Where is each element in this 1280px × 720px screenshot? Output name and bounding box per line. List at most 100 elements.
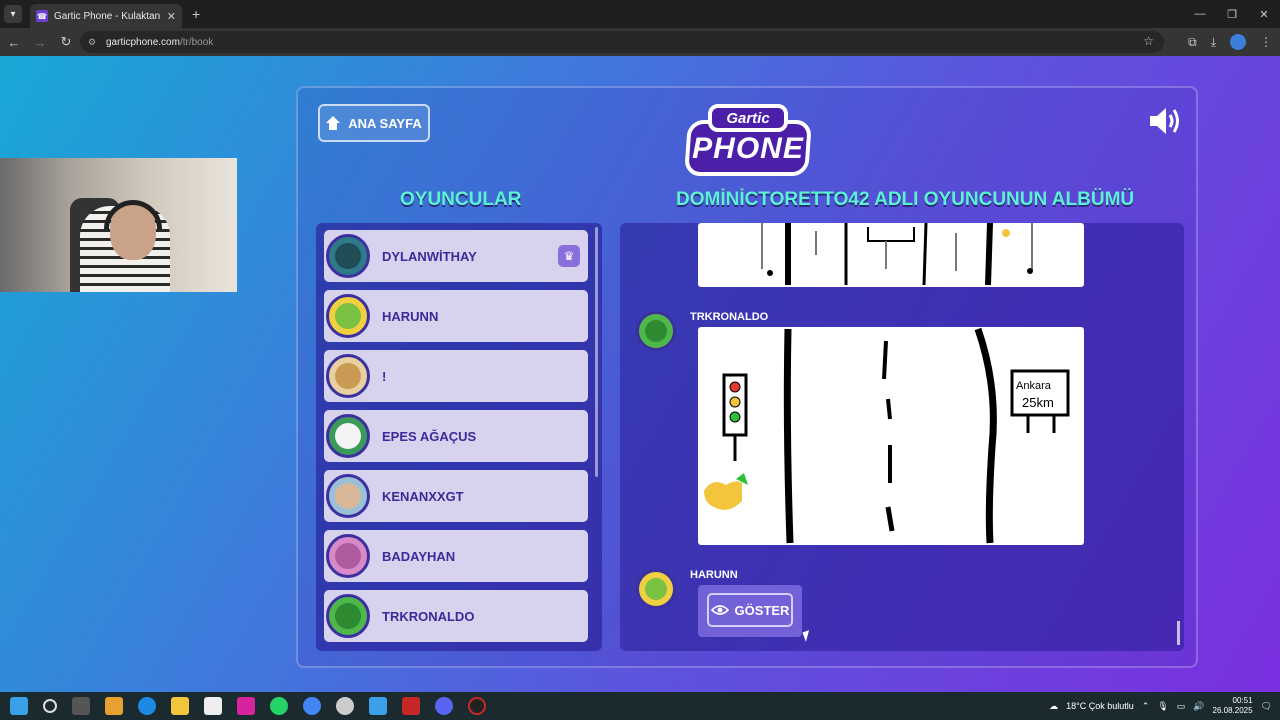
- app-icon[interactable]: [402, 697, 420, 715]
- menu-icon[interactable]: ⋮: [1260, 35, 1272, 49]
- player-name: TRKRONALDO: [382, 608, 475, 624]
- player-name: KENANXXGT: [382, 488, 464, 504]
- speaker-icon[interactable]: [1148, 106, 1182, 136]
- window-controls: — ❐ ✕: [1184, 0, 1280, 28]
- players-list: DYLANWİTHAY ♛ HARUNN ! EPES AĞAÇUS KENAN…: [316, 223, 602, 651]
- album-drawing: Ankara 25km: [698, 327, 1084, 545]
- player-avatar: [326, 294, 370, 338]
- player-avatar: [326, 354, 370, 398]
- logo-top-text: Gartic: [708, 104, 788, 132]
- players-title: OYUNCULAR: [400, 189, 522, 210]
- sign-text-2: 25km: [1022, 395, 1054, 410]
- album-title: DOMİNİCTORETTO42 ADLI OYUNCUNUN ALBÜMÜ: [676, 189, 1135, 210]
- player-card: DYLANWİTHAY ♛: [324, 230, 588, 282]
- task-view-icon[interactable]: [72, 697, 90, 715]
- chevron-up-icon[interactable]: ⌃: [1142, 701, 1150, 712]
- home-icon: [326, 116, 341, 130]
- microphone-icon[interactable]: 🎙: [1157, 701, 1168, 712]
- start-icon[interactable]: [10, 697, 28, 715]
- player-card: !: [324, 350, 588, 402]
- show-button[interactable]: GÖSTER: [707, 593, 793, 627]
- gartic-favicon-icon: ☎: [36, 10, 48, 22]
- player-name: EPES AĞAÇUS: [382, 428, 477, 444]
- notification-icon[interactable]: 🗨: [1261, 701, 1272, 712]
- home-button-label: ANA SAYFA: [348, 115, 422, 131]
- player-card: BADAYHAN: [324, 530, 588, 582]
- reload-icon[interactable]: ↻: [54, 34, 78, 50]
- hidden-entry: GÖSTER: [698, 585, 802, 637]
- clock[interactable]: 00:51 26.08.2025: [1213, 696, 1253, 716]
- profile-avatar-icon[interactable]: [1230, 34, 1246, 50]
- forward-icon[interactable]: →: [28, 35, 52, 50]
- player-card: KENANXXGT: [324, 470, 588, 522]
- url-host: garticphone.com: [106, 36, 180, 48]
- weather-icon: ☁: [1049, 700, 1059, 711]
- player-card: HARUNN: [324, 290, 588, 342]
- tab-title: Gartic Phone - Kulaktan Kulağa: [54, 10, 163, 22]
- sign-text-1: Ankara: [1016, 380, 1052, 392]
- browser-tab-bar: ▾ ☎ Gartic Phone - Kulaktan Kulağa ✕ + —…: [0, 0, 1280, 28]
- chrome-icon[interactable]: [303, 697, 321, 715]
- obs-icon[interactable]: [468, 697, 486, 715]
- download-icon[interactable]: ⤓: [1211, 35, 1216, 50]
- album-scrollbar[interactable]: [1177, 621, 1180, 645]
- bookmark-star-icon[interactable]: ☆: [1143, 34, 1154, 48]
- minimize-icon[interactable]: —: [1184, 0, 1216, 28]
- player-avatar: [326, 414, 370, 458]
- search-icon[interactable]: [43, 699, 57, 713]
- windows-taskbar: ☁ 18°C Çok bulutlu ⌃ 🎙 ▭ 🔊 00:51 26.08.2…: [0, 692, 1280, 720]
- album-feed: TRKRONALDO Ankara 25km HARUNN GÖSTER: [620, 223, 1184, 651]
- players-scrollbar[interactable]: [595, 227, 598, 477]
- player-avatar: [326, 474, 370, 518]
- close-window-icon[interactable]: ✕: [1248, 0, 1280, 28]
- entry-avatar: [636, 311, 676, 351]
- browser-tab[interactable]: ☎ Gartic Phone - Kulaktan Kulağa ✕: [30, 4, 182, 28]
- system-tray: ☁ 18°C Çok bulutlu ⌃ 🎙 ▭ 🔊 00:51 26.08.2…: [1049, 692, 1280, 720]
- new-tab-button[interactable]: +: [192, 6, 200, 22]
- browser-toolbar: ⧉ ⤓ ⋮: [1188, 28, 1272, 56]
- clock-time: 00:51: [1232, 696, 1253, 705]
- webcam-overlay: [0, 158, 237, 292]
- restore-icon[interactable]: ❐: [1216, 0, 1248, 28]
- back-icon[interactable]: ←: [2, 35, 26, 50]
- chatgpt-icon[interactable]: [336, 697, 354, 715]
- previous-drawing: [698, 223, 1084, 287]
- player-name: !: [382, 368, 387, 384]
- store-icon[interactable]: [204, 697, 222, 715]
- file-explorer-icon[interactable]: [171, 697, 189, 715]
- previous-drawing-canvas: [761, 223, 1033, 286]
- player-name: HARUNN: [382, 308, 439, 324]
- entry-author: HARUNN: [690, 569, 738, 581]
- url-path: /tr/book: [179, 36, 214, 48]
- tab-close-icon[interactable]: ✕: [167, 10, 176, 23]
- player-avatar: [326, 534, 370, 578]
- app-icon[interactable]: [369, 697, 387, 715]
- address-bar: ← → ↻ ⚙ garticphone.com/tr/book ☆ ⧉ ⤓ ⋮: [0, 28, 1280, 56]
- instagram-icon[interactable]: [237, 697, 255, 715]
- player-card: EPES AĞAÇUS: [324, 410, 588, 462]
- show-button-label: GÖSTER: [734, 602, 790, 618]
- volume-icon[interactable]: 🔊: [1193, 701, 1204, 712]
- edge-icon[interactable]: [138, 697, 156, 715]
- eye-icon: [710, 605, 729, 615]
- entry-avatar: [636, 569, 676, 609]
- clock-date: 26.08.2025: [1212, 706, 1253, 715]
- url-input[interactable]: ⚙ garticphone.com/tr/book ☆: [80, 31, 1164, 53]
- player-avatar: [326, 234, 370, 278]
- road-drawing-canvas: Ankara 25km: [704, 327, 1070, 544]
- tab-search-icon[interactable]: ▾: [4, 5, 22, 23]
- player-name: DYLANWİTHAY: [382, 248, 477, 264]
- player-name: BADAYHAN: [382, 548, 456, 564]
- network-icon[interactable]: ▭: [1177, 701, 1186, 712]
- game-page: ANA SAYFA Gartic PHONE OYUNCULAR DOMİNİC…: [0, 56, 1280, 692]
- copilot-icon[interactable]: [105, 697, 123, 715]
- logo-main-text: PHONE: [692, 132, 804, 165]
- player-card: TRKRONALDO: [324, 590, 588, 642]
- home-button[interactable]: ANA SAYFA: [318, 104, 430, 142]
- entry-author: TRKRONALDO: [690, 311, 769, 323]
- discord-icon[interactable]: [435, 697, 453, 715]
- whatsapp-icon[interactable]: [270, 697, 288, 715]
- weather-text[interactable]: 18°C Çok bulutlu: [1066, 701, 1134, 711]
- site-info-icon[interactable]: ⚙: [88, 37, 98, 47]
- extensions-icon[interactable]: ⧉: [1188, 35, 1197, 50]
